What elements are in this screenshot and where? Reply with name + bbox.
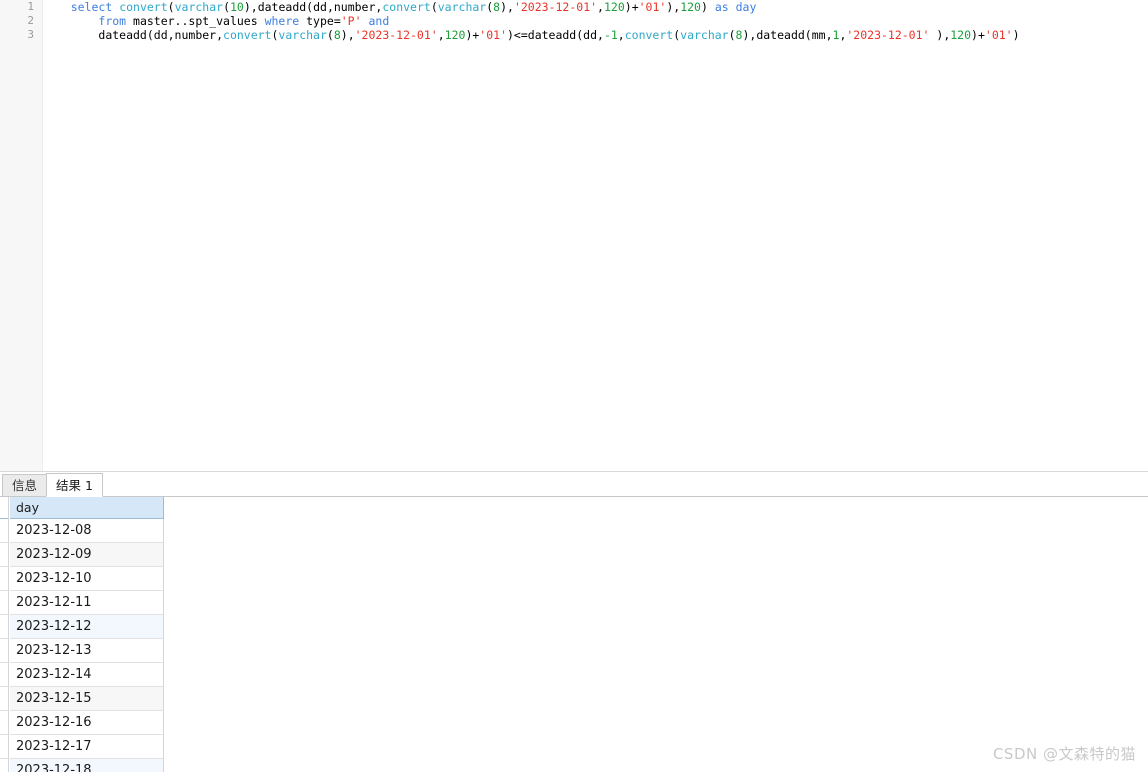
code-token: )+	[971, 28, 985, 42]
grid-data-column: day 2023-12-08 2023-12-09 2023-12-10 2023-12…	[10, 497, 164, 772]
tab-messages[interactable]: 信息	[2, 474, 48, 497]
code-token: 8	[333, 28, 341, 42]
code-token: (	[430, 0, 438, 14]
code-token: '01'	[638, 0, 667, 14]
sql-editor-pane[interactable]: 123 select convert(varchar(10),dateadd(d…	[0, 0, 1148, 471]
code-line[interactable]: dateadd(dd,number,convert(varchar(8),'20…	[43, 28, 1148, 42]
code-token: 120	[680, 0, 701, 14]
code-token: and	[368, 14, 390, 28]
grid-row-header[interactable]	[0, 759, 8, 772]
code-token: ,	[597, 0, 604, 14]
code-token: varchar	[437, 0, 487, 14]
code-token: )+	[624, 0, 639, 14]
line-number: 3	[27, 28, 34, 41]
grid-row-header[interactable]	[0, 663, 8, 687]
code-token: (	[728, 28, 736, 42]
code-token: 10	[230, 0, 244, 14]
grid-row-header[interactable]	[0, 639, 8, 663]
grid-row-header[interactable]	[0, 615, 8, 639]
grid-row-header[interactable]	[0, 567, 8, 591]
code-token: '01'	[479, 28, 507, 42]
table-row[interactable]: 2023-12-17	[10, 735, 164, 759]
editor-line-number-gutter: 123	[0, 0, 43, 471]
code-token: ),dateadd(dd,number,	[243, 0, 383, 14]
line-number: 1	[27, 0, 34, 13]
code-token: -1	[603, 28, 618, 42]
results-tab-bar: 信息 结果 1	[0, 472, 1148, 497]
code-token: convert	[119, 0, 168, 14]
line-number: 2	[27, 14, 34, 27]
code-token: where	[264, 14, 300, 28]
table-row[interactable]: 2023-12-08	[10, 519, 164, 543]
table-row[interactable]: 2023-12-11	[10, 591, 164, 615]
code-token: '01'	[984, 28, 1013, 42]
sql-code-area[interactable]: select convert(varchar(10),dateadd(dd,nu…	[43, 0, 1148, 471]
code-token: )	[700, 0, 715, 14]
table-row[interactable]: 2023-12-12	[10, 615, 164, 639]
grid-row-header[interactable]	[0, 687, 8, 711]
grid-row-header[interactable]	[0, 519, 8, 543]
code-token: ),	[929, 28, 951, 42]
code-token: ),dateadd(mm,	[742, 28, 833, 42]
code-token: (	[167, 0, 175, 14]
code-token: ),	[500, 0, 514, 14]
code-token: from	[98, 14, 127, 28]
column-header-day[interactable]: day	[10, 497, 164, 519]
code-token: '2023-12-01'	[513, 0, 598, 14]
grid-row-header[interactable]	[0, 735, 8, 759]
table-row[interactable]: 2023-12-13	[10, 639, 164, 663]
code-token: 120	[950, 28, 972, 42]
code-token: varchar	[278, 28, 327, 42]
code-token: convert	[624, 28, 674, 42]
tab-results[interactable]: 结果 1	[46, 473, 103, 497]
code-token: ,	[617, 28, 625, 42]
code-token: )	[1012, 28, 1020, 42]
code-line[interactable]: from master..spt_values where type='P' a…	[43, 14, 1148, 28]
code-token: ),	[340, 28, 355, 42]
table-row[interactable]: 2023-12-09	[10, 543, 164, 567]
table-row[interactable]: 2023-12-10	[10, 567, 164, 591]
code-token: varchar	[680, 28, 729, 42]
code-token: 'P'	[340, 14, 362, 28]
code-token: )<=dateadd(dd,	[507, 28, 604, 42]
code-line[interactable]: select convert(varchar(10),dateadd(dd,nu…	[43, 0, 1148, 14]
code-token: (	[326, 28, 334, 42]
code-token: (	[223, 0, 230, 14]
csdn-watermark: CSDN @文森特的猫	[992, 745, 1136, 763]
results-pane: 信息 结果 1 day 2023-12-08 2023-12-09 2023-12-10…	[0, 472, 1148, 772]
code-token: '2023-12-01'	[846, 28, 930, 42]
table-row[interactable]: 2023-12-18	[10, 759, 164, 772]
grid-row-header-column	[0, 497, 9, 772]
code-token: as	[714, 0, 729, 14]
code-token: type=	[299, 14, 341, 28]
grid-row-header[interactable]	[0, 543, 8, 567]
table-row[interactable]: 2023-12-16	[10, 711, 164, 735]
code-token: convert	[223, 28, 272, 42]
code-token: '2023-12-01'	[354, 28, 438, 42]
code-token: convert	[382, 0, 431, 14]
code-token: 120	[444, 28, 466, 42]
grid-row-header[interactable]	[0, 711, 8, 735]
code-token: master..spt_values	[126, 14, 265, 28]
table-row[interactable]: 2023-12-14	[10, 663, 164, 687]
grid-row-header[interactable]	[0, 591, 8, 615]
table-row[interactable]: 2023-12-15	[10, 687, 164, 711]
code-token: varchar	[174, 0, 224, 14]
results-grid[interactable]: day 2023-12-08 2023-12-09 2023-12-10 2023-12…	[0, 497, 1148, 772]
code-token: )+	[465, 28, 480, 42]
code-token: ,	[437, 28, 445, 42]
code-token: select	[70, 0, 113, 14]
code-token: dateadd(dd,number,	[98, 28, 224, 42]
grid-corner-cell	[0, 497, 8, 519]
code-token: 120	[603, 0, 625, 14]
code-token: day	[735, 0, 757, 14]
code-token: ),	[666, 0, 681, 14]
